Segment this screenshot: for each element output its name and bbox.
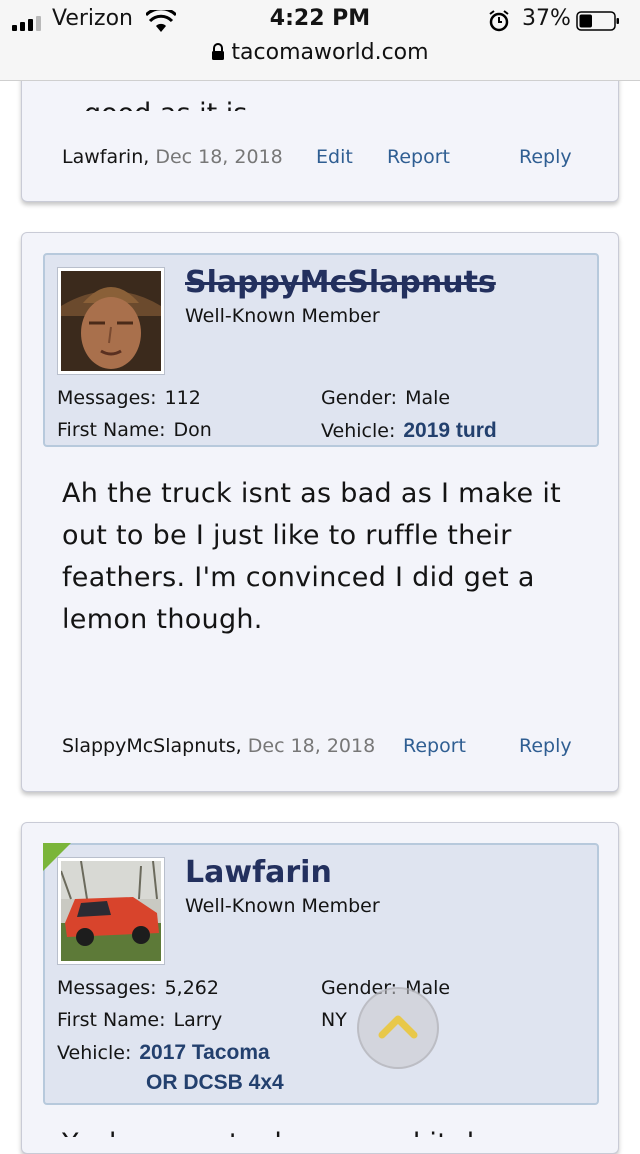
reply-link[interactable]: Reply [519, 735, 572, 757]
avatar-image [61, 271, 161, 371]
gender-stat: Gender: Male [321, 387, 451, 409]
post-date[interactable]: Dec 18, 2018 [155, 146, 282, 168]
post-card: Lawfarin Well-Known Member Messages: 5,26… [21, 822, 619, 1154]
lock-icon [212, 43, 225, 60]
messages-stat: Messages: 5,262 [57, 977, 219, 999]
avatar[interactable] [57, 267, 165, 375]
alarm-icon [489, 10, 509, 32]
vehicle-stat: Vehicle: 2019 turd [321, 419, 497, 442]
first-name-stat: First Name: Larry [57, 1009, 223, 1031]
browser-top-bar: Verizon 4:22 PM 37% tacomaworld.com [0, 0, 640, 81]
user-title: Well-Known Member [185, 305, 380, 327]
post-footer: Lawfarin, Dec 18, 2018 Edit Report Reply [62, 146, 572, 168]
messages-count[interactable]: 5,262 [165, 977, 219, 999]
user-info-box: SlappyMcSlapnuts Well-Known Member Messa… [43, 253, 599, 447]
battery-icon [576, 11, 619, 31]
url-text: tacomaworld.com [231, 40, 429, 65]
post-date[interactable]: Dec 18, 2018 [248, 735, 375, 757]
report-link[interactable]: Report [387, 146, 450, 168]
vehicle-link[interactable]: 2019 turd [403, 419, 496, 442]
post-card: SlappyMcSlapnuts Well-Known Member Messa… [21, 232, 619, 792]
url-bar[interactable]: tacomaworld.com [0, 40, 640, 65]
post-author[interactable]: Lawfarin [62, 146, 143, 168]
user-title: Well-Known Member [185, 895, 380, 917]
messages-count[interactable]: 112 [165, 387, 201, 409]
post-message-partial: Yeah you got a lemon and it does [62, 1123, 578, 1137]
post-message-partial: good as it is [84, 93, 247, 111]
post-footer: SlappyMcSlapnuts, Dec 18, 2018 Report Re… [62, 735, 572, 757]
chevron-up-icon [378, 1015, 418, 1039]
status-bar: Verizon 4:22 PM 37% [0, 6, 640, 36]
avatar-image [61, 861, 161, 961]
post-message: Ah the truck isnt as bad as I make it ou… [62, 478, 562, 635]
report-link[interactable]: Report [403, 735, 466, 757]
username[interactable]: SlappyMcSlapnuts [185, 265, 496, 300]
vehicle-link[interactable]: OR DCSB 4x4 [146, 1071, 284, 1094]
vehicle-link[interactable]: 2017 Tacoma [139, 1041, 269, 1064]
location-stat: NY [321, 1009, 347, 1031]
vehicle-stat-line2: OR DCSB 4x4 [146, 1071, 284, 1095]
messages-stat: Messages: 112 [57, 387, 201, 409]
first-name-stat: First Name: Don [57, 419, 212, 441]
post-author[interactable]: SlappyMcSlapnuts [62, 735, 236, 757]
avatar[interactable] [57, 857, 165, 965]
username[interactable]: Lawfarin [185, 855, 332, 890]
battery-percentage: 37% [522, 6, 571, 31]
vehicle-stat: Vehicle: 2017 Tacoma [57, 1041, 270, 1064]
reply-link[interactable]: Reply [519, 146, 572, 168]
user-info-box: Lawfarin Well-Known Member Messages: 5,26… [43, 843, 599, 1105]
edit-link[interactable]: Edit [316, 146, 353, 168]
scroll-to-top-button[interactable] [357, 987, 439, 1069]
